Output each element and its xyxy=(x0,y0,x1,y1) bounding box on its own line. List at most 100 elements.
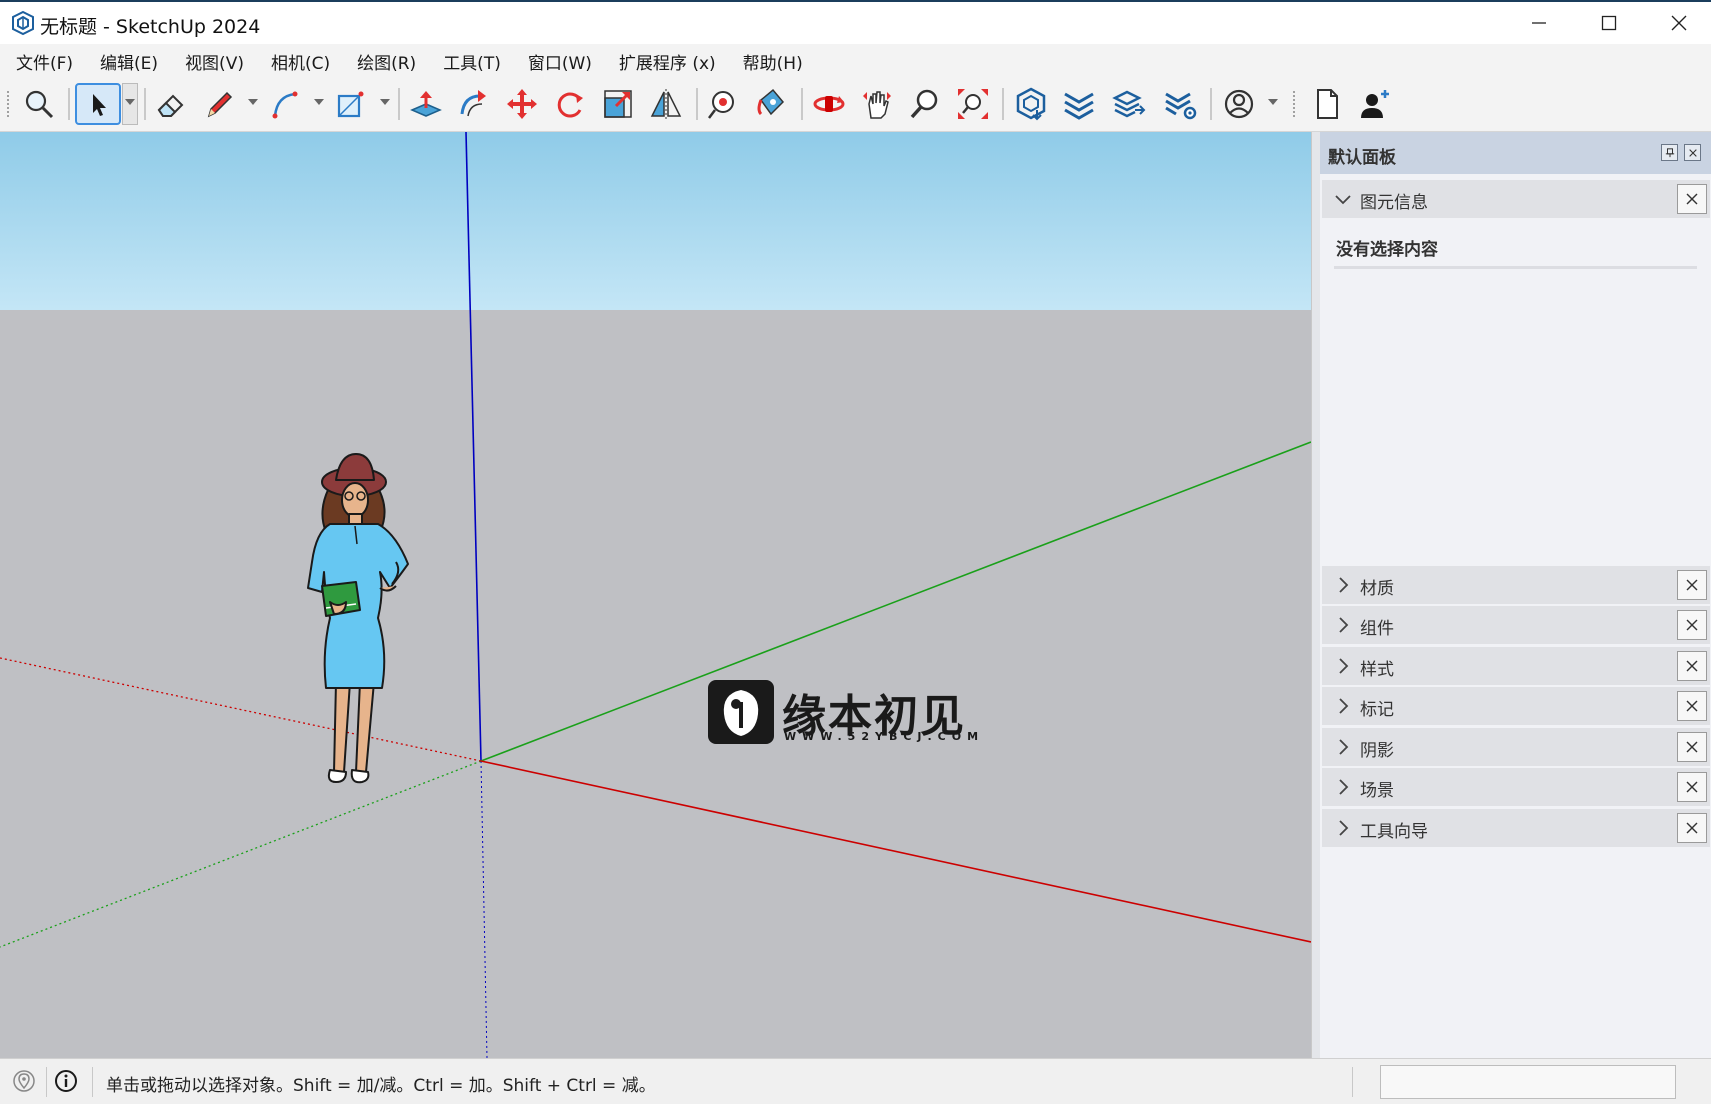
select-arrow-icon xyxy=(93,94,106,116)
orbit-icon xyxy=(813,96,845,112)
send-to-layout-button[interactable] xyxy=(1108,83,1150,125)
tray-entity-info[interactable]: 图元信息 xyxy=(1322,180,1710,218)
rotate-tool-button[interactable] xyxy=(549,83,591,125)
extension-warehouse-button[interactable] xyxy=(1058,83,1100,125)
menu-camera[interactable]: 相机(C) xyxy=(260,49,341,74)
default-tray: 默认面板 图元信息 没有选择内容 材质 组件 样式 标记 阴影 场景 工具向导 xyxy=(1320,132,1711,1058)
chevron-right-icon xyxy=(1339,820,1349,836)
scale-tool-button[interactable] xyxy=(597,83,639,125)
menu-bar: 文件(F) 编辑(E) 视图(V) 相机(C) 绘图(R) 工具(T) 窗口(W… xyxy=(0,44,1711,78)
move-icon xyxy=(507,89,537,119)
3d-warehouse-button[interactable] xyxy=(1010,83,1052,125)
menu-file[interactable]: 文件(F) xyxy=(5,49,84,74)
add-user-icon xyxy=(1361,90,1389,118)
scale-icon xyxy=(604,90,632,118)
chevron-down-icon[interactable] xyxy=(1268,99,1278,105)
zoom-extents-tool-button[interactable] xyxy=(952,83,994,125)
tray-close-button[interactable] xyxy=(1677,772,1707,802)
tray-instructor[interactable]: 工具向导 xyxy=(1322,809,1710,847)
mirror-tool-button[interactable] xyxy=(645,83,687,125)
new-file-button[interactable] xyxy=(1306,83,1348,125)
chevron-right-icon xyxy=(1339,739,1349,755)
3d-viewport[interactable]: 缘本初见 WWW.52YBCJ.COM xyxy=(0,132,1311,1058)
arc-tool-button[interactable] xyxy=(264,83,306,125)
minimize-icon xyxy=(1532,22,1546,24)
eraser-tool-button[interactable] xyxy=(150,83,192,125)
tray-close-button[interactable] xyxy=(1677,651,1707,681)
zoom-tool-button[interactable] xyxy=(904,83,946,125)
status-bar: 单击或拖动以选择对象。Shift = 加/减。Ctrl = 加。Shift + … xyxy=(0,1058,1711,1104)
tray-entity-info-close-button[interactable] xyxy=(1677,184,1707,214)
tape-measure-tool-button[interactable] xyxy=(702,83,744,125)
tray-close-button[interactable] xyxy=(1677,732,1707,762)
tray-label: 组件 xyxy=(1360,619,1394,639)
minimize-button[interactable] xyxy=(1504,2,1574,44)
menu-draw[interactable]: 绘图(R) xyxy=(346,49,427,74)
tray-components[interactable]: 组件 xyxy=(1322,606,1710,644)
add-user-button[interactable] xyxy=(1354,83,1396,125)
chevron-down-icon xyxy=(125,99,135,105)
menu-tools[interactable]: 工具(T) xyxy=(432,49,512,74)
sky xyxy=(0,132,1311,310)
tray-styles[interactable]: 样式 xyxy=(1322,647,1710,685)
close-panel-button[interactable] xyxy=(1684,144,1701,161)
user-account-button[interactable] xyxy=(1218,83,1260,125)
tray-close-button[interactable] xyxy=(1677,610,1707,640)
extension-warehouse-icon xyxy=(1064,92,1094,120)
tray-label: 样式 xyxy=(1360,660,1394,680)
watermark-url: WWW.52YBCJ.COM xyxy=(784,730,985,743)
sketchup-logo-icon xyxy=(12,10,34,36)
tray-shadows[interactable]: 阴影 xyxy=(1322,728,1710,766)
scene-canvas[interactable] xyxy=(0,132,1311,1058)
tray-tags[interactable]: 标记 xyxy=(1322,687,1710,725)
close-icon xyxy=(1686,193,1698,205)
close-icon xyxy=(1671,15,1687,31)
geo-location-icon[interactable] xyxy=(12,1069,36,1093)
tray-materials[interactable]: 材质 xyxy=(1322,566,1710,604)
tray-close-button[interactable] xyxy=(1677,570,1707,600)
chevron-down-icon[interactable] xyxy=(248,99,258,105)
close-button[interactable] xyxy=(1644,2,1711,44)
maximize-icon xyxy=(1601,15,1617,31)
paint-bucket-icon xyxy=(757,88,785,116)
orbit-tool-button[interactable] xyxy=(808,83,850,125)
extension-manager-button[interactable] xyxy=(1160,83,1202,125)
menu-extensions[interactable]: 扩展程序 (x) xyxy=(608,49,727,74)
menu-help[interactable]: 帮助(H) xyxy=(732,49,814,74)
chevron-right-icon xyxy=(1339,577,1349,593)
close-icon xyxy=(1686,660,1698,672)
tray-scenes[interactable]: 场景 xyxy=(1322,768,1710,806)
menu-view[interactable]: 视图(V) xyxy=(174,49,255,74)
menu-window[interactable]: 窗口(W) xyxy=(517,49,603,74)
maximize-button[interactable] xyxy=(1574,2,1644,44)
close-icon xyxy=(1686,619,1698,631)
search-tool-button[interactable] xyxy=(18,83,60,125)
tray-close-button[interactable] xyxy=(1677,691,1707,721)
ground xyxy=(0,310,1311,1058)
pan-tool-button[interactable] xyxy=(856,83,898,125)
pencil-icon xyxy=(207,91,233,118)
toolbar-grip[interactable] xyxy=(6,90,10,118)
status-message: 单击或拖动以选择对象。Shift = 加/减。Ctrl = 加。Shift + … xyxy=(106,1076,656,1096)
measurements-box[interactable] xyxy=(1380,1065,1676,1099)
tray-close-button[interactable] xyxy=(1677,813,1707,843)
push-pull-tool-button[interactable] xyxy=(405,83,447,125)
paint-bucket-tool-button[interactable] xyxy=(750,83,792,125)
chevron-down-icon[interactable] xyxy=(380,99,390,105)
close-icon xyxy=(1686,579,1698,591)
tray-entity-info-label: 图元信息 xyxy=(1360,193,1428,213)
select-tool-button[interactable] xyxy=(75,83,121,125)
menu-edit[interactable]: 编辑(E) xyxy=(89,49,169,74)
close-icon xyxy=(1686,700,1698,712)
rectangle-tool-button[interactable] xyxy=(330,83,372,125)
pencil-tool-button[interactable] xyxy=(198,83,240,125)
move-tool-button[interactable] xyxy=(501,83,543,125)
pin-panel-button[interactable] xyxy=(1661,144,1678,161)
follow-me-tool-button[interactable] xyxy=(453,83,495,125)
tray-label: 工具向导 xyxy=(1360,822,1428,842)
chevron-down-icon[interactable] xyxy=(314,99,324,105)
info-icon[interactable] xyxy=(54,1069,78,1093)
toolbar-grip[interactable] xyxy=(1292,90,1296,118)
close-icon xyxy=(1686,741,1698,753)
panel-splitter[interactable] xyxy=(1311,132,1320,1058)
